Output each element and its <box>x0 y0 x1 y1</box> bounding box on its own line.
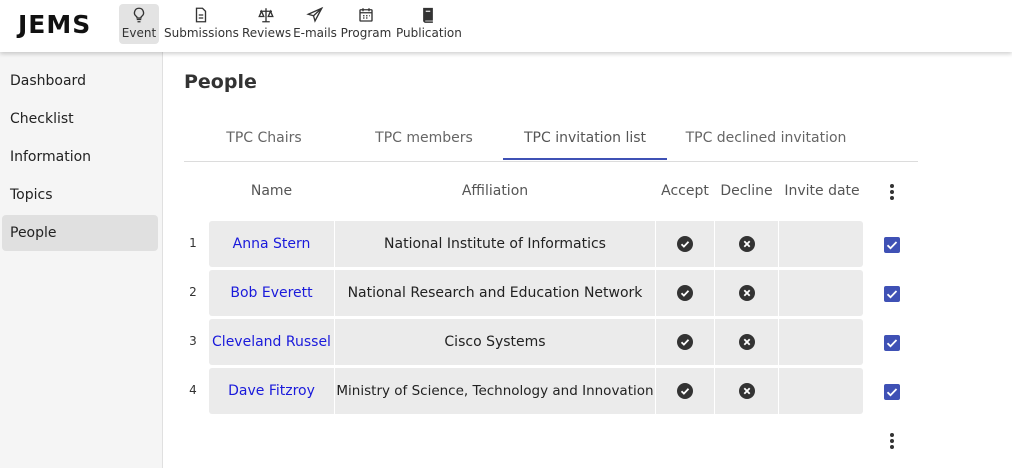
header-more-options-icon[interactable] <box>884 182 900 202</box>
sidebar-item-dashboard[interactable]: Dashboard <box>2 63 158 99</box>
row-select-checkbox[interactable] <box>884 384 900 400</box>
sidebar-item-checklist[interactable]: Checklist <box>2 101 158 137</box>
decline-x-icon[interactable] <box>739 334 755 350</box>
person-name-link[interactable]: Cleveland Russel <box>209 319 334 365</box>
decline-x-icon[interactable] <box>739 285 755 301</box>
invite-date-cell <box>779 221 863 267</box>
table-row: Bob Everett National Research and Educat… <box>209 270 863 316</box>
accept-check-icon[interactable] <box>677 334 693 350</box>
nav-submissions[interactable]: Submissions <box>164 4 239 44</box>
sidebar-item-information[interactable]: Information <box>2 139 158 175</box>
accept-check-icon[interactable] <box>677 285 693 301</box>
row-select-checkbox[interactable] <box>884 335 900 351</box>
invite-date-cell <box>779 368 863 414</box>
tab-tpc-chairs[interactable]: TPC Chairs <box>204 120 324 160</box>
nav-label: Program <box>340 26 392 40</box>
row-number: 2 <box>189 285 197 299</box>
person-name-link[interactable]: Anna Stern <box>209 221 334 267</box>
column-header-name[interactable]: Name <box>209 183 334 199</box>
accept-check-icon[interactable] <box>677 383 693 399</box>
tab-tpc-members[interactable]: TPC members <box>354 120 494 160</box>
column-header-affiliation[interactable]: Affiliation <box>335 183 655 199</box>
nav-label: Submissions <box>164 26 239 40</box>
tab-bar: TPC Chairs TPC members TPC invitation li… <box>184 120 918 162</box>
top-navigation-bar: JEMS Event Submissions Reviews E-mails P… <box>0 0 1012 52</box>
affiliation-cell: National Institute of Informatics <box>384 236 606 252</box>
book-icon <box>396 4 460 26</box>
row-select-checkbox[interactable] <box>884 286 900 302</box>
lightbulb-icon <box>119 4 159 26</box>
scales-icon <box>242 4 290 26</box>
sidebar-item-people[interactable]: People <box>2 215 158 251</box>
tab-tpc-declined-invitation[interactable]: TPC declined invitation <box>676 120 856 160</box>
accept-check-icon[interactable] <box>677 236 693 252</box>
nav-emails[interactable]: E-mails <box>293 4 337 44</box>
page-title: People <box>184 71 257 93</box>
column-header-decline[interactable]: Decline <box>715 183 778 199</box>
table-row: Dave Fitzroy Ministry of Science, Techno… <box>209 368 863 414</box>
app-logo[interactable]: JEMS <box>18 10 91 39</box>
table-row: Cleveland Russel Cisco Systems <box>209 319 863 365</box>
affiliation-cell: Ministry of Science, Technology and Inno… <box>336 383 654 399</box>
row-number: 4 <box>189 383 197 397</box>
nav-event[interactable]: Event <box>119 4 159 44</box>
paper-plane-icon <box>293 4 337 26</box>
table-row: Anna Stern National Institute of Informa… <box>209 221 863 267</box>
nav-reviews[interactable]: Reviews <box>242 4 292 44</box>
person-name-link[interactable]: Dave Fitzroy <box>209 368 334 414</box>
nav-label: Reviews <box>242 26 292 40</box>
nav-label: Event <box>121 26 157 40</box>
row-select-checkbox[interactable] <box>884 237 900 253</box>
row-number: 3 <box>189 334 197 348</box>
decline-x-icon[interactable] <box>739 383 755 399</box>
decline-x-icon[interactable] <box>739 236 755 252</box>
column-header-accept[interactable]: Accept <box>656 183 714 199</box>
invite-date-cell <box>779 319 863 365</box>
affiliation-cell: Cisco Systems <box>444 334 546 350</box>
affiliation-cell: National Research and Education Network <box>347 285 643 301</box>
document-icon <box>164 4 238 26</box>
calendar-icon <box>340 4 392 26</box>
row-number: 1 <box>189 236 197 250</box>
column-header-invite-date[interactable]: Invite date <box>779 183 865 199</box>
nav-label: E-mails <box>293 26 337 40</box>
invite-date-cell <box>779 270 863 316</box>
person-name-link[interactable]: Bob Everett <box>209 270 334 316</box>
sidebar: Dashboard Checklist Information Topics P… <box>0 52 163 468</box>
bulk-actions-more-icon[interactable] <box>884 431 900 451</box>
nav-label: Publication <box>396 26 462 40</box>
nav-program[interactable]: Program <box>340 4 392 44</box>
nav-publication[interactable]: Publication <box>396 4 462 44</box>
tab-tpc-invitation-list[interactable]: TPC invitation list <box>503 120 667 160</box>
sidebar-item-topics[interactable]: Topics <box>2 177 158 213</box>
